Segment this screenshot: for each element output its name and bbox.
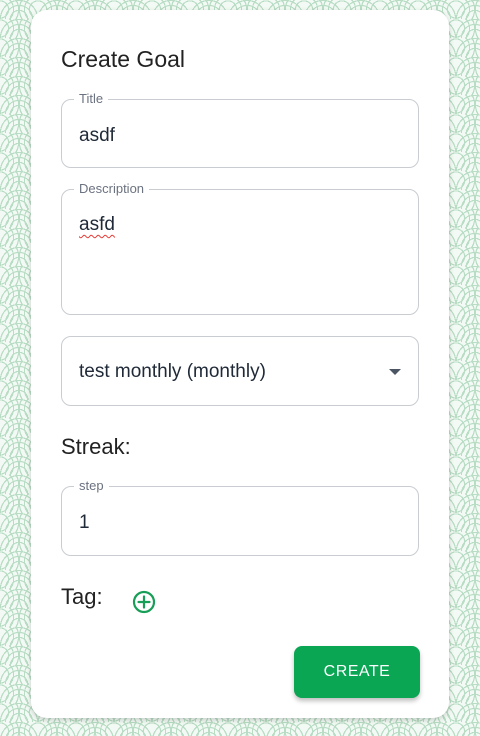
goal-select-value: test monthly (monthly): [79, 361, 266, 382]
goal-select[interactable]: test monthly (monthly): [61, 336, 419, 406]
step-field[interactable]: step 1: [61, 478, 419, 556]
step-input[interactable]: 1: [79, 512, 90, 534]
description-field[interactable]: Description asfd: [61, 181, 419, 315]
tag-label: Tag:: [61, 584, 103, 609]
title-field-label: Title: [74, 91, 109, 107]
description-textarea[interactable]: asfd: [79, 214, 115, 236]
description-field-label: Description: [74, 181, 150, 197]
title-field[interactable]: Title asdf: [61, 91, 419, 168]
title-input[interactable]: asdf: [79, 125, 115, 147]
create-button[interactable]: CREATE: [294, 646, 420, 698]
page-title: Create Goal: [61, 46, 186, 72]
caret-down-icon[interactable]: [389, 369, 401, 375]
create-goal-card: Create Goal Title asdf Description asfd …: [31, 10, 449, 718]
streak-label: Streak:: [61, 434, 131, 459]
step-field-label: step: [74, 478, 109, 494]
add-tag-button[interactable]: [132, 590, 156, 614]
plus-circle-icon: [132, 590, 156, 614]
